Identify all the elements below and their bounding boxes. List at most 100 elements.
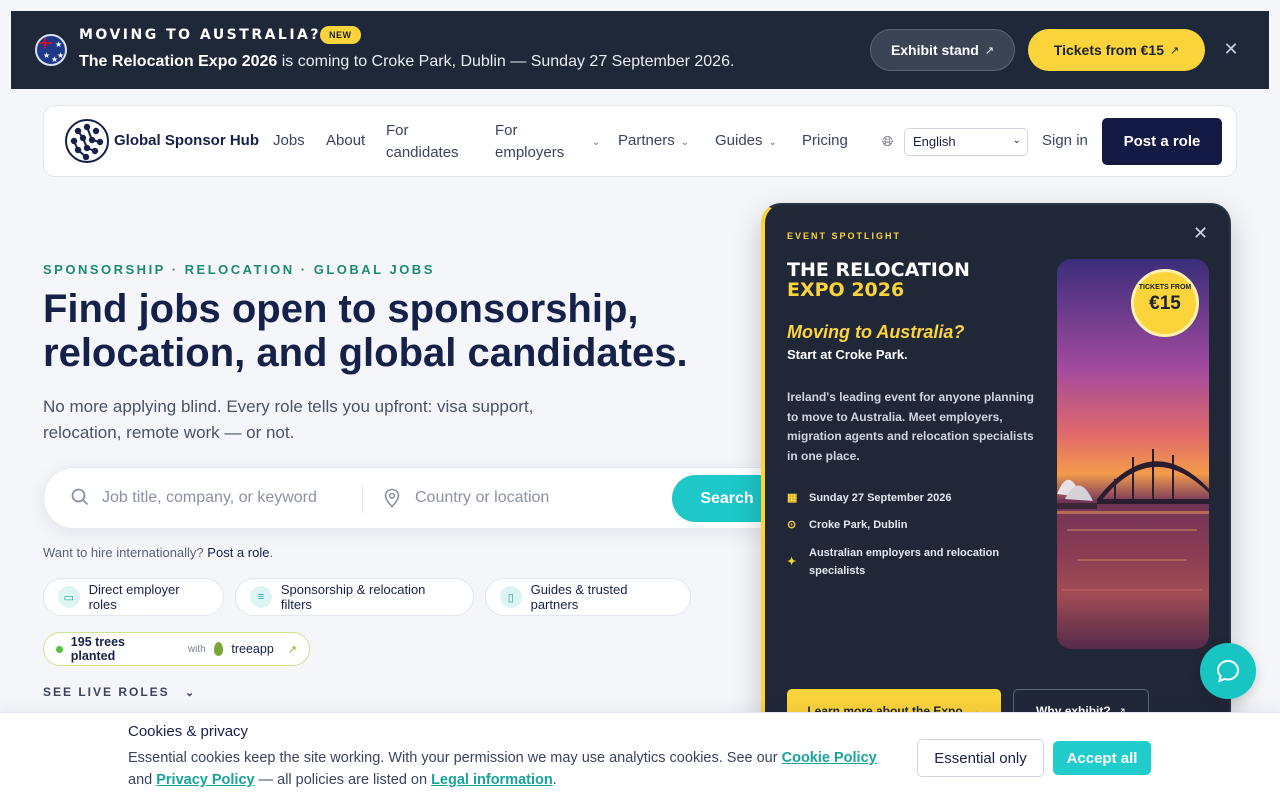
chat-bubble-icon [1216, 659, 1240, 683]
tickets-price: €15 [1149, 293, 1181, 314]
nav-for-candidates[interactable]: For candidates [386, 120, 466, 164]
event-tagline: Moving to Australia? [787, 322, 965, 342]
cookie-text-1: Essential cookies keep the site working.… [128, 750, 782, 766]
legal-information-link[interactable]: Legal information [431, 772, 553, 788]
hero-title: Find jobs open to sponsorship, relocatio… [43, 287, 688, 375]
pill-sponsorship-filters[interactable]: ≡ Sponsorship & relocation filters [235, 578, 474, 616]
nav-about[interactable]: About [326, 132, 365, 149]
tickets-button[interactable]: Tickets from €15 ↗ [1028, 29, 1205, 71]
trees-with: with [187, 643, 206, 655]
event-spotlight-card: EVENT SPOTLIGHT ✕ THE RELOCATION EXPO 20… [761, 203, 1231, 763]
chevron-down-icon: ⌄ [1012, 135, 1021, 146]
event-exhibitors: ✦ Australian employers and relocation sp… [787, 544, 1027, 580]
chevron-down-icon: ⌄ [185, 687, 197, 699]
cookie-text-4: . [552, 772, 557, 788]
cookie-policy-link[interactable]: Cookie Policy [782, 750, 877, 766]
event-location-text: Croke Park, Dublin [809, 519, 908, 531]
language-select[interactable]: English ⌄ [904, 128, 1028, 156]
location-pin-icon: ⊙ [787, 519, 797, 531]
event-title-line2: EXPO 2026 [787, 279, 905, 301]
nav-pricing[interactable]: Pricing [802, 132, 848, 149]
globe-logo-icon[interactable] [64, 118, 110, 164]
pill-label: Direct employer roles [88, 582, 180, 612]
tickets-price-badge: TICKETS FROM €15 [1131, 269, 1199, 337]
sliders-icon: ≡ [250, 586, 272, 608]
status-dot [56, 645, 63, 653]
exhibit-stand-button[interactable]: Exhibit stand ↗ [870, 29, 1015, 71]
event-exhibitors-text: Australian employers and relocation spec… [809, 547, 1000, 577]
chevron-down-icon: ⌄ [768, 137, 777, 148]
briefcase-icon: ▭ [58, 586, 80, 608]
nav-guides-label: Guides [715, 132, 763, 149]
pill-direct-employer-roles[interactable]: ▭ Direct employer roles [43, 578, 224, 616]
privacy-policy-link[interactable]: Privacy Policy [156, 772, 254, 788]
event-date: ▦ Sunday 27 September 2026 [787, 489, 1027, 507]
new-badge: NEW [320, 26, 361, 44]
external-link-icon: ↗ [984, 44, 995, 57]
announcement-kicker: MOVING TO AUSTRALIA? [79, 27, 322, 43]
nav-guides[interactable]: Guides ⌄ [715, 132, 777, 149]
leaf-icon [213, 642, 224, 656]
post-a-role-link[interactable]: Post a role [207, 545, 269, 560]
globe-icon: 🌐︎ [882, 133, 894, 149]
hire-prompt: Want to hire internationally? Post a rol… [43, 545, 273, 560]
tickets-from-label: TICKETS FROM [1138, 284, 1192, 291]
hire-prompt-period: . [269, 545, 274, 560]
event-location: ⊙ Croke Park, Dublin [787, 516, 1027, 534]
cookie-title: Cookies & privacy [128, 723, 249, 740]
sign-in-link[interactable]: Sign in [1042, 132, 1088, 149]
pill-label: Guides & trusted partners [530, 582, 628, 612]
language-value: English [913, 134, 956, 149]
calendar-icon: ▦ [787, 492, 798, 504]
event-start: Start at Croke Park. [787, 347, 908, 362]
announcement-message: The Relocation Expo 2026 is coming to Cr… [79, 53, 734, 71]
nav-for-employers[interactable]: For employers [495, 120, 575, 164]
accept-all-button[interactable]: Accept all [1053, 741, 1151, 775]
hero-eyebrow: SPONSORSHIP · RELOCATION · GLOBAL JOBS [43, 262, 435, 277]
brand-name[interactable]: Global Sponsor Hub [114, 132, 259, 149]
arrow-up-right-icon: ↗ [287, 643, 298, 656]
see-live-roles-label: SEE LIVE ROLES [43, 685, 170, 699]
trees-count: 195 trees planted [70, 635, 126, 663]
australia-flag-icon: ★ ★ ★ ★ [35, 34, 67, 66]
cookie-text-2: and [128, 772, 157, 788]
location-pin-icon [384, 488, 400, 508]
chat-button[interactable] [1200, 643, 1256, 699]
nav-partners[interactable]: Partners ⌄ [618, 132, 689, 149]
chevron-down-icon: ⌄ [680, 137, 690, 148]
keyword-search-input[interactable]: Job title, company, or keyword [102, 489, 342, 507]
see-live-roles[interactable]: SEE LIVE ROLES ⌄ [43, 685, 196, 699]
essential-only-button[interactable]: Essential only [917, 739, 1044, 777]
event-description: Ireland's leading event for anyone plann… [787, 390, 1034, 463]
hire-prompt-text: Want to hire internationally? [43, 545, 204, 560]
search-icon [71, 488, 89, 506]
for-employers-chevron-down-icon[interactable]: ⌄ [586, 132, 600, 149]
hero-subtitle: No more applying blind. Every role tells… [43, 397, 534, 442]
external-link-icon: ↗ [1170, 44, 1180, 57]
sparkle-icon: ✦ [787, 556, 797, 568]
pill-label: Sponsorship & relocation filters [280, 582, 426, 612]
event-date-text: Sunday 27 September 2026 [809, 492, 952, 504]
announcement-bar: ★ ★ ★ ★ MOVING TO AUSTRALIA? NEW The Rel… [11, 11, 1269, 89]
main-navigation: Global Sponsor Hub Jobs About For candid… [43, 105, 1237, 177]
tickets-label: Tickets from €15 [1053, 42, 1165, 58]
treeapp-name: treeapp [231, 642, 274, 656]
announcement-event-name: The Relocation Expo 2026 [79, 53, 278, 70]
pill-guides-partners[interactable]: ▯ Guides & trusted partners [485, 578, 691, 616]
nav-jobs[interactable]: Jobs [273, 132, 305, 149]
nav-partners-label: Partners [618, 132, 675, 149]
cookie-banner: Cookies & privacy Essential cookies keep… [0, 712, 1280, 800]
event-title-line1: THE RELOCATION [787, 259, 970, 281]
search-divider [362, 485, 363, 513]
post-a-role-button[interactable]: Post a role [1102, 118, 1222, 165]
close-icon[interactable]: ✕ [1221, 39, 1241, 59]
cookie-text-3: — all policies are listed on [254, 772, 432, 788]
event-spotlight-label: EVENT SPOTLIGHT [787, 231, 902, 241]
trees-planted-badge[interactable]: 195 trees planted with treeapp ↗ [43, 632, 310, 666]
exhibit-stand-label: Exhibit stand [890, 42, 979, 58]
location-search-input[interactable]: Country or location [415, 489, 655, 507]
close-icon[interactable]: ✕ [1193, 223, 1208, 244]
announcement-details: is coming to Croke Park, Dublin — Sunday… [277, 53, 735, 70]
book-icon: ▯ [500, 586, 522, 608]
cookie-text: Essential cookies keep the site working.… [128, 747, 908, 791]
